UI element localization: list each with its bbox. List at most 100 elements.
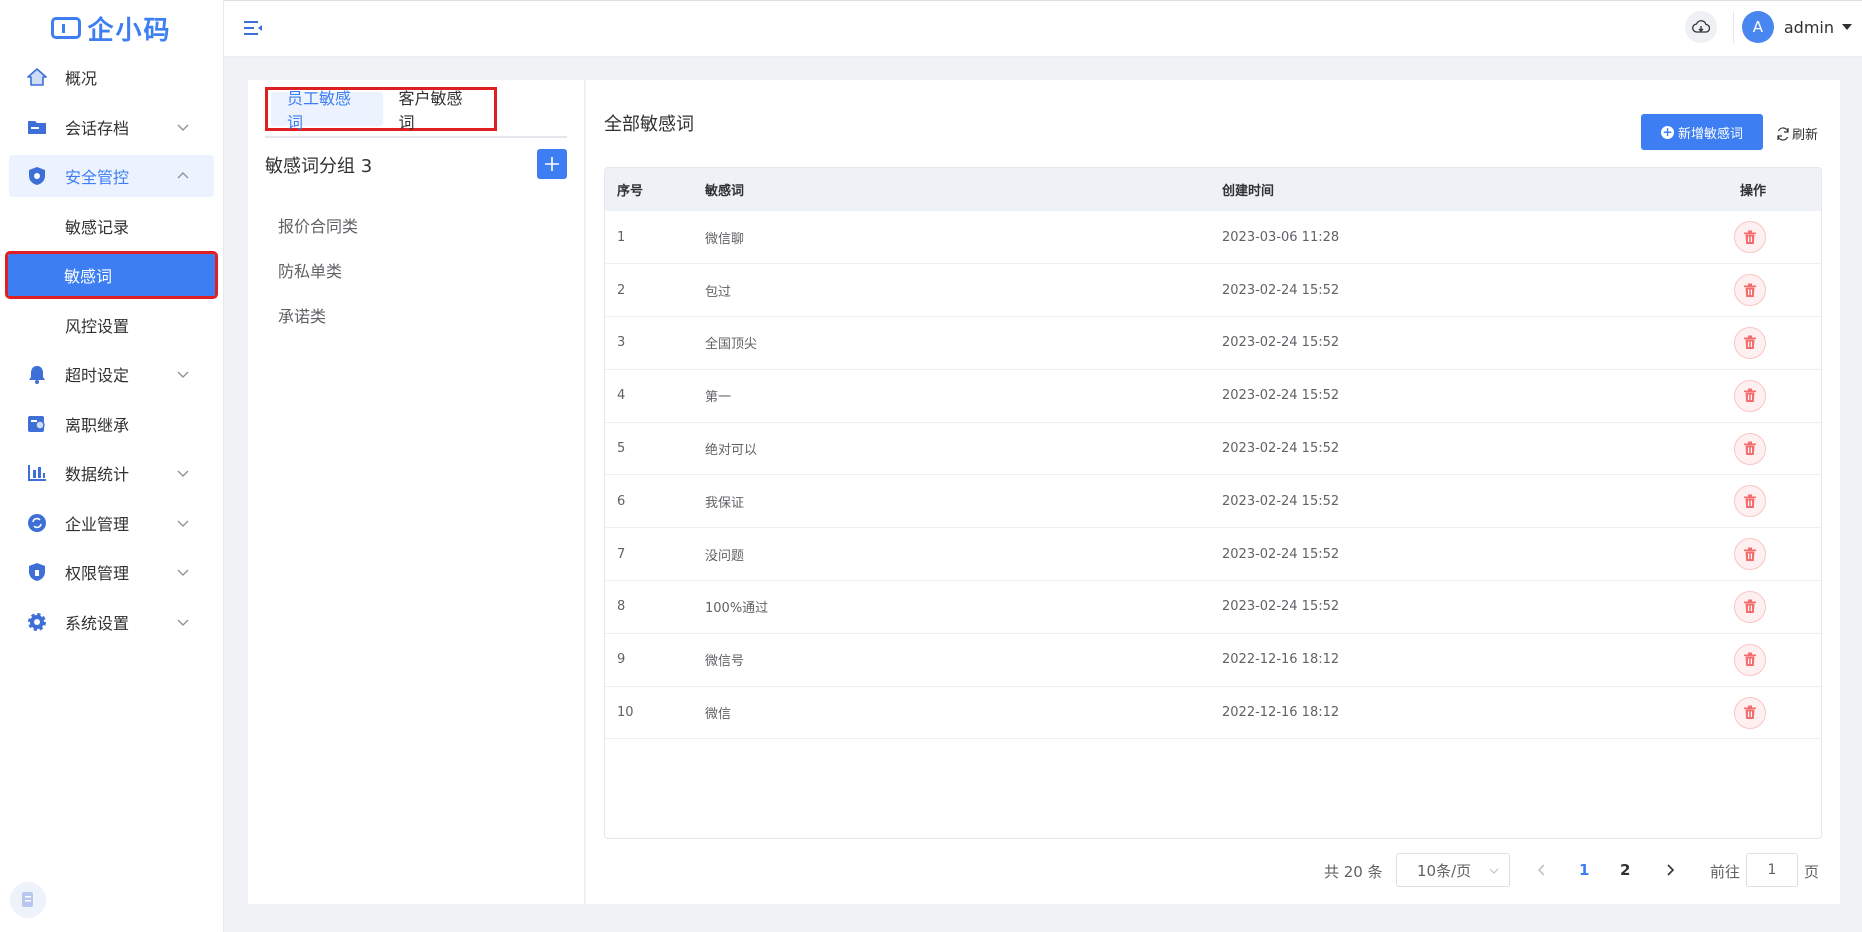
chevron-down-icon: [177, 470, 189, 477]
row-created-time: 2023-02-24 15:52: [1210, 369, 1728, 423]
chevron-down-icon: [177, 619, 189, 626]
add-group-button[interactable]: [537, 149, 567, 179]
column-header-index: 序号: [605, 168, 693, 211]
row-created-time: 2023-02-24 15:52: [1210, 474, 1728, 529]
row-index: 1: [605, 211, 693, 265]
submenu-item-sensitive-records[interactable]: 敏感记录: [9, 205, 214, 247]
page-number[interactable]: 2: [1620, 861, 1630, 879]
trash-icon: [1744, 388, 1756, 403]
goto-page-input[interactable]: [1746, 853, 1798, 887]
delete-button[interactable]: [1734, 643, 1766, 676]
group-list: 报价合同类 防私单类 承诺类: [278, 202, 358, 337]
sidebar-item-label: 离职继承: [65, 415, 130, 435]
pagination-total: 共 20 条: [1324, 863, 1383, 881]
row-created-time: 2023-02-24 15:52: [1210, 422, 1728, 476]
sidebar-menu: 概况 会话存档 安全管控: [0, 56, 223, 197]
document-icon[interactable]: [10, 882, 46, 918]
shield-icon: [27, 166, 47, 186]
avatar[interactable]: A: [1741, 11, 1774, 43]
trash-icon: [1744, 652, 1756, 667]
sidebar: 企小码 概况 会话存档 安全管控 敏感记录 敏感词 风控设置 超时设定 离职继承…: [0, 0, 224, 932]
table-row: 10 微信 2022-12-16 18:12: [605, 686, 1821, 740]
delete-button[interactable]: [1734, 590, 1766, 623]
chevron-down-icon: [1489, 868, 1499, 874]
row-index: 5: [605, 422, 693, 476]
refresh-button[interactable]: 刷新: [1776, 124, 1818, 143]
sidebar-item-resign-inherit[interactable]: 离职继承: [9, 403, 214, 445]
sidebar-menu-lower: 超时设定 离职继承 数据统计 企业管理 权限管理 系统设置: [0, 353, 223, 643]
sidebar-item-chat-archive[interactable]: 会话存档: [9, 106, 214, 148]
lock-shield-icon: [27, 562, 47, 582]
cloud-download-icon[interactable]: [1684, 11, 1717, 43]
delete-button[interactable]: [1734, 326, 1766, 359]
bar-chart-icon: [27, 463, 47, 483]
chevron-down-icon: [177, 371, 189, 378]
row-actions: [1728, 633, 1821, 687]
caret-down-icon[interactable]: [1842, 24, 1852, 30]
chevron-down-icon: [177, 520, 189, 527]
user-name[interactable]: admin: [1784, 18, 1834, 37]
top-header: A admin: [224, 0, 1862, 57]
sidebar-item-label: 会话存档: [65, 118, 130, 138]
sidebar-item-permissions[interactable]: 权限管理: [9, 551, 214, 593]
delete-button[interactable]: [1734, 432, 1766, 465]
row-created-time: 2023-02-24 15:52: [1210, 527, 1728, 582]
delete-button[interactable]: [1734, 538, 1766, 571]
sidebar-item-enterprise[interactable]: 企业管理: [9, 502, 214, 544]
sidebar-item-label: 安全管控: [65, 168, 130, 187]
row-word: 微信号: [693, 633, 1210, 687]
sensitive-words-panel: 全部敏感词 + 新增敏感词 刷新 序号 敏感词 创建时间 操作 1 微信聊 2023…: [586, 80, 1840, 904]
delete-button[interactable]: [1734, 274, 1766, 307]
tab-employee-words[interactable]: 员工敏感词: [271, 89, 383, 132]
next-page-button[interactable]: [1660, 860, 1680, 880]
trash-icon: [1744, 705, 1756, 720]
trash-icon: [1744, 494, 1756, 508]
header-actions: A admin: [1684, 11, 1852, 43]
group-item[interactable]: 报价合同类: [278, 202, 358, 247]
sidebar-item-security[interactable]: 安全管控: [9, 155, 214, 197]
row-created-time: 2022-12-16 18:12: [1210, 633, 1728, 687]
row-actions: [1728, 474, 1821, 529]
row-word: 全国顶尖: [693, 316, 1210, 370]
prev-page-button[interactable]: [1532, 860, 1552, 880]
submenu-item-label: 敏感记录: [65, 217, 130, 237]
refresh-icon: [1777, 126, 1789, 141]
chevron-up-icon: [177, 172, 189, 179]
table-row: 4 第一 2023-02-24 15:52: [605, 369, 1821, 423]
bell-icon: [27, 364, 47, 384]
add-sensitive-word-button[interactable]: + 新增敏感词: [1641, 114, 1763, 150]
add-button-label: 新增敏感词: [1677, 126, 1743, 142]
gear-icon: [27, 612, 47, 632]
row-actions: [1728, 580, 1821, 634]
plus-circle-icon: +: [1660, 125, 1674, 139]
delete-button[interactable]: [1734, 379, 1766, 412]
delete-button[interactable]: [1734, 485, 1766, 518]
sidebar-item-system-settings[interactable]: 系统设置: [9, 601, 214, 643]
group-item[interactable]: 承诺类: [278, 292, 358, 337]
page-number[interactable]: 1: [1579, 861, 1589, 879]
page-size-select[interactable]: 10条/页: [1396, 853, 1510, 887]
refresh-circle-icon: [27, 513, 47, 533]
tab-customer-words[interactable]: 客户敏感词: [383, 89, 495, 132]
row-word: 100%通过: [693, 580, 1210, 634]
submenu-item-sensitive-words[interactable]: 敏感词: [5, 251, 218, 299]
app-logo[interactable]: 企小码: [0, 0, 223, 56]
row-index: 3: [605, 316, 693, 370]
delete-button[interactable]: [1734, 221, 1766, 254]
row-word: 微信聊: [693, 211, 1210, 265]
delete-button[interactable]: [1734, 696, 1766, 729]
row-actions: [1728, 211, 1821, 265]
sidebar-item-label: 企业管理: [65, 514, 130, 534]
group-item[interactable]: 防私单类: [278, 247, 358, 292]
submenu-item-risk-settings[interactable]: 风控设置: [9, 304, 214, 346]
table-row: 9 微信号 2022-12-16 18:12: [605, 633, 1821, 687]
avatar-initial: A: [1752, 18, 1763, 36]
tabs-underline: [265, 136, 567, 138]
sidebar-item-overview[interactable]: 概况: [9, 56, 214, 98]
sidebar-item-timeout[interactable]: 超时设定: [9, 353, 214, 395]
sidebar-item-statistics[interactable]: 数据统计: [9, 452, 214, 494]
menu-collapse-icon[interactable]: [242, 17, 264, 39]
trash-icon: [1744, 599, 1756, 614]
table-header-row: 序号 敏感词 创建时间 操作: [605, 168, 1821, 211]
refresh-label: 刷新: [1792, 128, 1819, 143]
